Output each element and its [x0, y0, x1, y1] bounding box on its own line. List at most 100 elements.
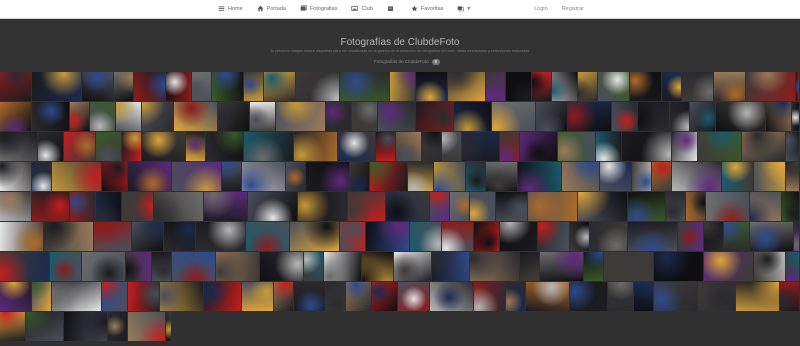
nav-archive[interactable] — [387, 5, 397, 14]
photo-thumbnail[interactable] — [122, 192, 153, 221]
photo-thumbnail[interactable] — [244, 72, 263, 101]
photo-thumbnail[interactable] — [134, 72, 165, 101]
nav-home[interactable]: Home — [218, 5, 243, 14]
photo-thumbnail[interactable] — [164, 222, 195, 251]
photo-thumbnail[interactable] — [70, 192, 95, 221]
photo-thumbnail[interactable] — [628, 222, 677, 251]
photo-thumbnail[interactable] — [600, 162, 631, 191]
photo-thumbnail[interactable] — [442, 132, 461, 161]
photo-thumbnail[interactable] — [126, 252, 151, 281]
photo-thumbnail[interactable] — [538, 222, 569, 251]
photo-thumbnail[interactable] — [518, 162, 561, 191]
photo-thumbnail[interactable] — [116, 102, 141, 131]
photo-thumbnail[interactable] — [754, 252, 785, 281]
photo-thumbnail[interactable] — [474, 282, 505, 311]
photo-thumbnail[interactable] — [286, 162, 305, 191]
photo-thumbnail[interactable] — [128, 162, 171, 191]
photo-thumbnail[interactable] — [264, 72, 295, 101]
photo-thumbnail[interactable] — [682, 72, 713, 101]
photo-thumbnail[interactable] — [470, 252, 519, 281]
photo-thumbnail[interactable] — [634, 282, 653, 311]
photo-thumbnail[interactable] — [222, 162, 241, 191]
photo-thumbnail[interactable] — [750, 192, 781, 221]
photo-thumbnail[interactable] — [212, 72, 243, 101]
photo-thumbnail[interactable] — [206, 132, 243, 161]
photo-thumbnail[interactable] — [378, 102, 415, 131]
photo-thumbnail[interactable] — [666, 192, 685, 221]
photo-thumbnail[interactable] — [128, 312, 165, 341]
photo-thumbnail[interactable] — [454, 102, 491, 131]
photo-thumbnail[interactable] — [94, 222, 131, 251]
photo-thumbnail[interactable] — [290, 222, 339, 251]
photo-thumbnail[interactable] — [0, 192, 31, 221]
photo-thumbnail[interactable] — [422, 132, 441, 161]
photo-thumbnail[interactable] — [70, 102, 89, 131]
photo-thumbnail[interactable] — [742, 132, 785, 161]
photo-thumbnail[interactable] — [578, 72, 597, 101]
photo-thumbnail[interactable] — [578, 192, 627, 221]
photo-thumbnail[interactable] — [246, 222, 289, 251]
photo-thumbnail[interactable] — [492, 102, 535, 131]
photo-thumbnail[interactable] — [90, 102, 115, 131]
photo-thumbnail[interactable] — [244, 132, 293, 161]
photo-thumbnail[interactable] — [584, 252, 603, 281]
photo-thumbnail[interactable] — [628, 192, 665, 221]
photo-thumbnail[interactable] — [96, 192, 121, 221]
photo-thumbnail[interactable] — [340, 72, 389, 101]
photo-thumbnail[interactable] — [298, 192, 347, 221]
photo-thumbnail[interactable] — [500, 132, 519, 161]
category-filter[interactable]: Fotografías de ClubdeFoto 8 — [374, 58, 441, 65]
photo-thumbnail[interactable] — [386, 192, 429, 221]
photo-thumbnail[interactable] — [568, 102, 611, 131]
photo-thumbnail[interactable] — [654, 282, 697, 311]
photo-thumbnail[interactable] — [326, 282, 345, 311]
photo-thumbnail[interactable] — [782, 192, 799, 221]
photo-thumbnail[interactable] — [142, 102, 173, 131]
photo-thumbnail[interactable] — [108, 312, 127, 341]
photo-thumbnail[interactable] — [622, 132, 671, 161]
photo-thumbnail[interactable] — [410, 222, 441, 251]
photo-thumbnail[interactable] — [558, 132, 595, 161]
login-link[interactable]: Login — [534, 6, 547, 12]
photo-thumbnail[interactable] — [26, 312, 63, 341]
photo-thumbnail[interactable] — [390, 72, 415, 101]
photo-thumbnail[interactable] — [348, 192, 385, 221]
photo-thumbnail[interactable] — [736, 282, 779, 311]
photo-thumbnail[interactable] — [32, 282, 51, 311]
photo-thumbnail[interactable] — [470, 192, 495, 221]
photo-thumbnail[interactable] — [540, 252, 583, 281]
photo-thumbnail[interactable] — [242, 282, 273, 311]
photo-thumbnail[interactable] — [604, 252, 653, 281]
photo-thumbnail[interactable] — [362, 252, 393, 281]
photo-thumbnail[interactable] — [196, 222, 245, 251]
photo-thumbnail[interactable] — [114, 72, 133, 101]
photo-thumbnail[interactable] — [346, 282, 371, 311]
photo-thumbnail[interactable] — [192, 72, 211, 101]
photo-thumbnail[interactable] — [698, 132, 741, 161]
photo-thumbnail[interactable] — [218, 102, 249, 131]
photo-thumbnail[interactable] — [450, 192, 469, 221]
photo-thumbnail[interactable] — [96, 132, 121, 161]
photo-thumbnail[interactable] — [786, 132, 799, 161]
photo-thumbnail[interactable] — [528, 192, 577, 221]
photo-thumbnail[interactable] — [408, 162, 433, 191]
photo-thumbnail[interactable] — [506, 72, 531, 101]
photo-thumbnail[interactable] — [0, 222, 43, 251]
photo-thumbnail[interactable] — [260, 252, 303, 281]
nav-portada[interactable]: Portada — [257, 5, 286, 14]
photo-thumbnail[interactable] — [598, 72, 629, 101]
photo-thumbnail[interactable] — [294, 282, 325, 311]
photo-thumbnail[interactable] — [102, 282, 127, 311]
photo-thumbnail[interactable] — [670, 102, 689, 131]
photo-thumbnail[interactable] — [520, 252, 539, 281]
nav-gallery-menu[interactable]: ▾ — [457, 5, 470, 14]
photo-thumbnail[interactable] — [632, 162, 651, 191]
photo-thumbnail[interactable] — [32, 192, 69, 221]
photo-thumbnail[interactable] — [746, 72, 795, 101]
photo-thumbnail[interactable] — [132, 222, 163, 251]
photo-thumbnail[interactable] — [38, 132, 63, 161]
photo-thumbnail[interactable] — [792, 102, 799, 131]
photo-thumbnail[interactable] — [532, 72, 551, 101]
photo-thumbnail[interactable] — [526, 282, 569, 311]
photo-thumbnail[interactable] — [754, 162, 785, 191]
